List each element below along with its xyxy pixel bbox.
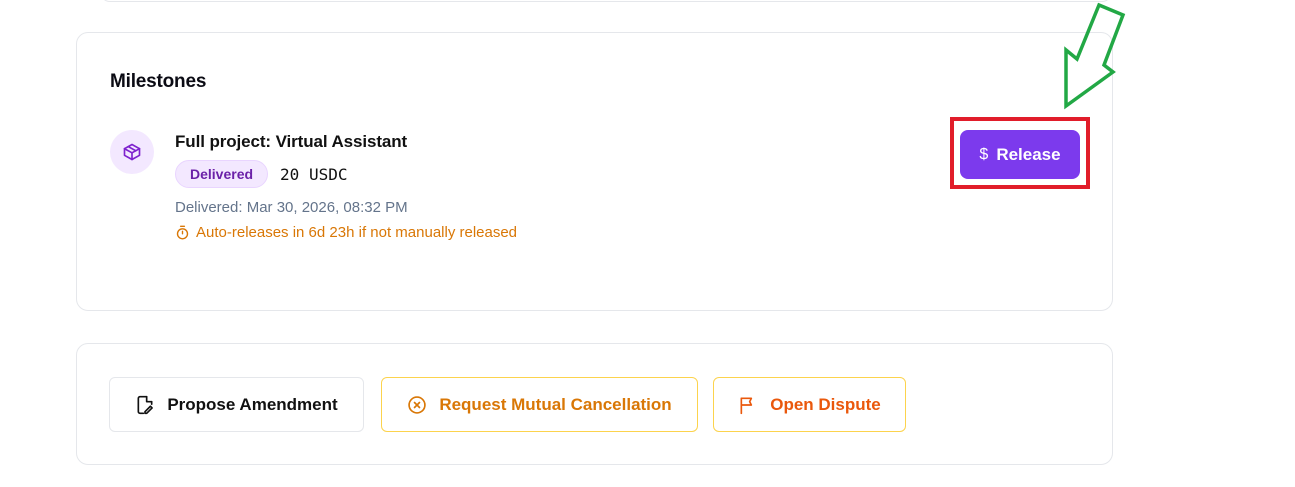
circle-x-icon [408, 395, 427, 414]
milestone-title: Full project: Virtual Assistant [175, 132, 408, 151]
open-dispute-label: Open Dispute [770, 394, 881, 414]
status-badge: Delivered [175, 160, 269, 188]
timer-icon [176, 225, 189, 240]
auto-release-notice: Auto-releases in 6d 23h if not manually … [175, 224, 517, 241]
propose-amendment-button[interactable]: Propose Amendment [109, 377, 364, 432]
milestone-item: Full project: Virtual Assistant Delivere… [175, 132, 517, 241]
flag-icon [740, 397, 753, 414]
milestone-amount: 20 USDC [280, 164, 348, 184]
dollar-icon: $ [979, 145, 989, 163]
section-title: Milestones [110, 71, 207, 92]
previous-card-edge [100, 0, 1112, 2]
auto-release-text: Auto-releases in 6d 23h if not manually … [196, 224, 518, 241]
request-cancellation-button[interactable]: Request Mutual Cancellation [381, 377, 698, 432]
open-dispute-button[interactable]: Open Dispute [713, 377, 906, 432]
propose-amendment-label: Propose Amendment [167, 394, 338, 414]
package-icon [123, 143, 141, 161]
milestone-icon-circle [110, 130, 154, 174]
request-cancellation-label: Request Mutual Cancellation [439, 394, 672, 414]
delivered-date: Delivered: Mar 30, 2026, 08:32 PM [175, 199, 408, 216]
contract-actions-card: Propose Amendment Request Mutual Cancell… [76, 343, 1113, 465]
release-button-label: Release [996, 144, 1061, 164]
page: Milestones Full project: Virtual Assista… [0, 0, 1295, 487]
release-button[interactable]: $ Release [960, 130, 1080, 179]
annotation-arrow-icon [1064, 2, 1126, 110]
milestone-status-row: Delivered 20 USDC [175, 160, 517, 188]
file-edit-icon [137, 395, 154, 414]
